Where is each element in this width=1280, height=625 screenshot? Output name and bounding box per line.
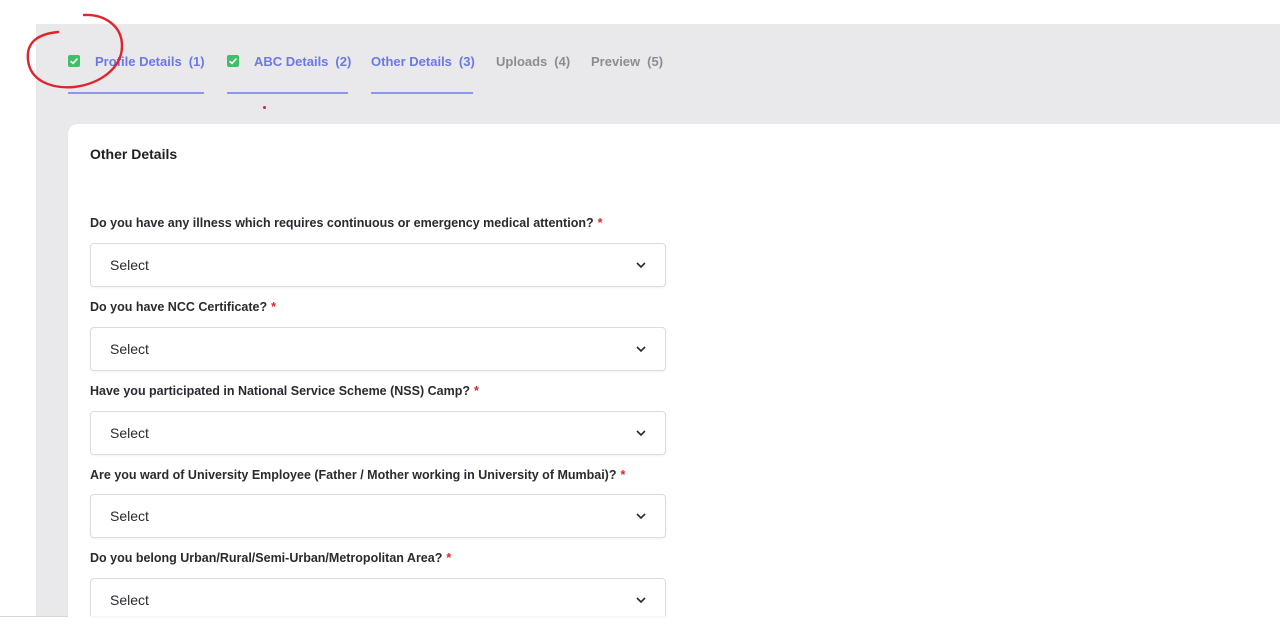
tab-other-details[interactable]: Other Details (3) <box>371 54 475 94</box>
tab-uploads[interactable]: Uploads (4) <box>496 54 572 94</box>
area-type-select[interactable]: Select <box>90 578 666 616</box>
illness-select[interactable]: Select <box>90 243 666 287</box>
tab-number: (5) <box>647 54 664 69</box>
section-title: Other Details <box>90 146 178 162</box>
form-card <box>68 124 1280 624</box>
chevron-down-icon <box>636 513 646 520</box>
chevron-down-icon <box>636 262 646 269</box>
question-label: Do you have NCC Certificate? * <box>90 300 276 314</box>
question-text: Have you participated in National Servic… <box>90 384 470 398</box>
question-text: Do you have any illness which requires c… <box>90 216 594 230</box>
tab-underline <box>68 92 204 94</box>
tab-label: Profile Details <box>95 54 182 69</box>
tab-number: (2) <box>335 54 352 69</box>
tab-label: Preview <box>591 54 641 69</box>
university-ward-select[interactable]: Select <box>90 494 666 538</box>
question-label: Do you have any illness which requires c… <box>90 216 602 230</box>
question-text: Do you belong Urban/Rural/Semi-Urban/Met… <box>90 551 443 565</box>
tab-profile-details[interactable]: Profile Details (1) <box>68 54 205 94</box>
question-text: Are you ward of University Employee (Fat… <box>90 468 617 482</box>
select-value: Select <box>110 592 149 608</box>
tab-preview[interactable]: Preview (5) <box>591 54 667 94</box>
tab-underline <box>371 92 473 94</box>
annotation-dot <box>263 106 266 109</box>
nss-camp-select[interactable]: Select <box>90 411 666 455</box>
question-text: Do you have NCC Certificate? <box>90 300 268 314</box>
question-label: Are you ward of University Employee (Fat… <box>90 468 625 482</box>
required-mark: * <box>620 468 626 482</box>
select-value: Select <box>110 425 149 441</box>
ncc-certificate-select[interactable]: Select <box>90 327 666 371</box>
checkbox-checked-icon <box>227 55 239 67</box>
required-mark: * <box>597 216 603 230</box>
question-label: Have you participated in National Servic… <box>90 384 479 398</box>
tab-number: (3) <box>458 54 475 69</box>
chevron-down-icon <box>636 597 646 604</box>
chevron-down-icon <box>636 346 646 353</box>
select-value: Select <box>110 508 149 524</box>
required-mark: * <box>473 384 479 398</box>
required-mark: * <box>446 551 452 565</box>
select-value: Select <box>110 341 149 357</box>
tab-label: Other Details <box>371 54 452 69</box>
tab-number: (4) <box>554 54 571 69</box>
tab-underline <box>227 92 348 94</box>
required-mark: * <box>271 300 276 314</box>
tab-label: ABC Details <box>254 54 329 69</box>
select-value: Select <box>110 257 149 273</box>
tab-abc-details[interactable]: ABC Details (2) <box>227 54 352 94</box>
question-label: Do you belong Urban/Rural/Semi-Urban/Met… <box>90 551 451 565</box>
checkbox-checked-icon <box>68 55 80 67</box>
tab-label: Uploads <box>496 54 548 69</box>
chevron-down-icon <box>636 430 646 437</box>
tab-number: (1) <box>188 54 205 69</box>
